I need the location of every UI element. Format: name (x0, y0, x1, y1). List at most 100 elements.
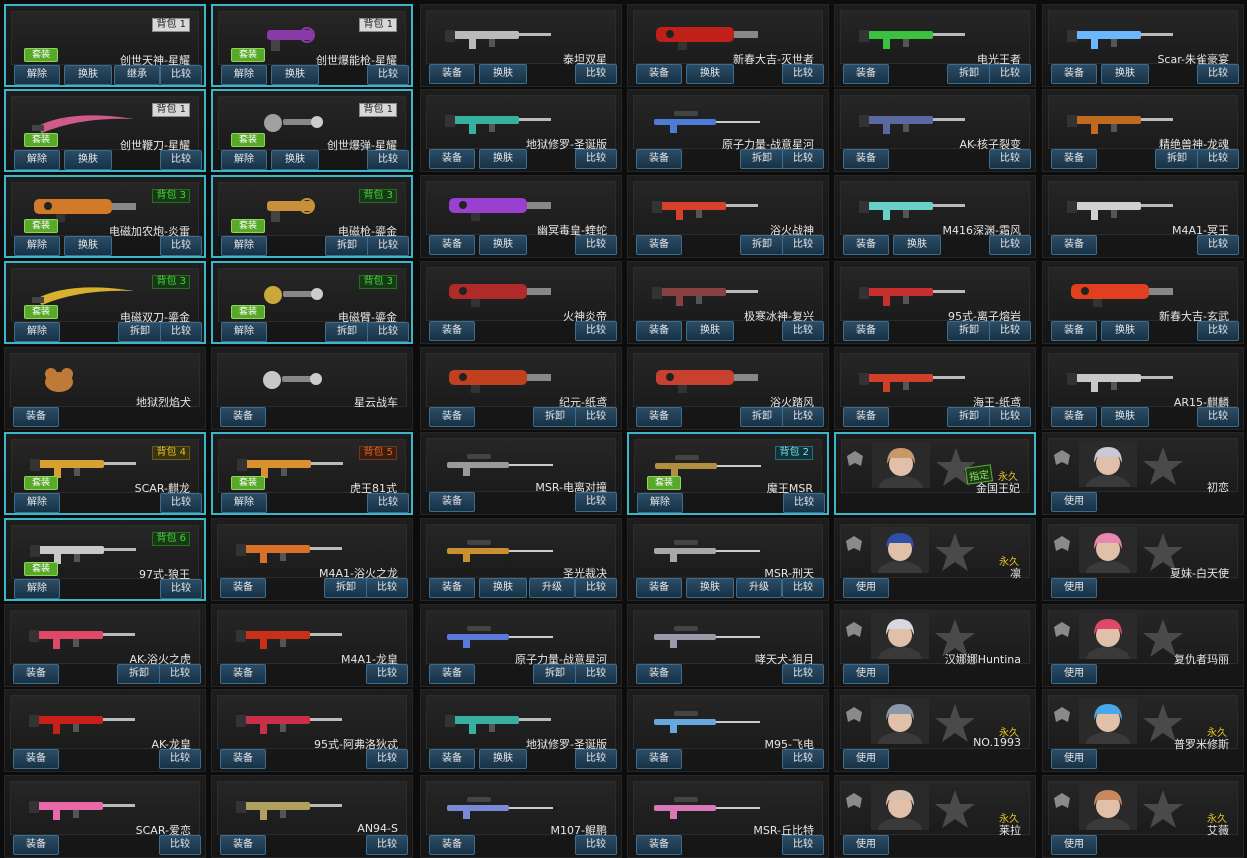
compare-button[interactable]: 比较 (160, 150, 202, 170)
equip-button[interactable]: 装备 (636, 578, 682, 598)
equip-button[interactable]: 装备 (636, 321, 682, 341)
weapon-card[interactable]: 哮天犬-狙月 装备 比较 (627, 604, 829, 687)
unequip-button[interactable]: 解除 (14, 65, 60, 85)
reskin-button[interactable]: 换肤 (271, 150, 319, 170)
compare-button[interactable]: 比较 (1197, 149, 1239, 169)
weapon-card[interactable]: 极寒冰神-复兴 装备 换肤 比较 (627, 261, 829, 344)
character-card[interactable]: 汉娜娜Huntina 使用 (834, 604, 1036, 687)
reskin-button[interactable]: 换肤 (1101, 407, 1149, 427)
compare-button[interactable]: 比较 (782, 835, 824, 855)
weapon-card[interactable]: 背包 3 套装 电磁加农炮-炎雷 解除 换肤 比较 (4, 175, 206, 258)
equip-button[interactable]: 装备 (636, 664, 682, 684)
weapon-card[interactable]: 95式-离子熔岩 装备 拆卸 比较 (834, 261, 1036, 344)
unequip-button[interactable]: 解除 (14, 150, 60, 170)
compare-button[interactable]: 比较 (160, 65, 202, 85)
weapon-card[interactable]: M107-鲲鹏 装备 比较 (420, 775, 622, 858)
equip-button[interactable]: 装备 (429, 149, 475, 169)
reskin-button[interactable]: 换肤 (686, 64, 734, 84)
weapon-card[interactable]: M4A1-龙皇 装备 比较 (211, 604, 413, 687)
use-button[interactable]: 使用 (843, 664, 889, 684)
use-button[interactable]: 使用 (843, 835, 889, 855)
disassemble-button[interactable]: 拆卸 (947, 64, 991, 84)
upgrade-button[interactable]: 升级 (736, 578, 782, 598)
compare-button[interactable]: 比较 (575, 64, 617, 84)
disassemble-button[interactable]: 拆卸 (740, 407, 784, 427)
disassemble-button[interactable]: 拆卸 (325, 322, 369, 342)
character-card[interactable]: 永久 莱拉 使用 (834, 775, 1036, 858)
character-card[interactable]: 指定 永久 金国王妃 (834, 432, 1036, 515)
unequip-button[interactable]: 解除 (14, 579, 60, 599)
use-button[interactable]: 使用 (1051, 664, 1097, 684)
weapon-card[interactable]: MSR-刑天 装备 换肤 升级 比较 (627, 518, 829, 601)
weapon-card[interactable]: M416深渊-霜风 装备 换肤 比较 (834, 175, 1036, 258)
reskin-button[interactable]: 换肤 (479, 235, 527, 255)
unequip-button[interactable]: 解除 (14, 493, 60, 513)
reskin-button[interactable]: 换肤 (271, 65, 319, 85)
disassemble-button[interactable]: 拆卸 (118, 322, 162, 342)
use-button[interactable]: 使用 (1051, 492, 1097, 512)
character-card[interactable]: 初恋 使用 (1042, 432, 1244, 515)
equip-button[interactable]: 装备 (636, 749, 682, 769)
character-card[interactable]: 永久凛使用 (834, 518, 1036, 601)
equip-button[interactable]: 装备 (843, 321, 889, 341)
equip-button[interactable]: 装备 (636, 835, 682, 855)
equip-button[interactable]: 装备 (843, 64, 889, 84)
weapon-card[interactable]: 背包 1 套装 创世鞭刀-星耀 解除 换肤 比较 (4, 89, 206, 172)
weapon-card[interactable]: AR15-麒麟 装备 换肤 比较 (1042, 347, 1244, 430)
weapon-card[interactable]: 浴火踏风 装备 拆卸 比较 (627, 347, 829, 430)
disassemble-button[interactable]: 拆卸 (947, 321, 991, 341)
compare-button[interactable]: 比较 (366, 835, 408, 855)
weapon-card[interactable]: 背包 2 套装 魔王MSR 解除 比较 (627, 432, 829, 515)
use-button[interactable]: 使用 (843, 578, 889, 598)
compare-button[interactable]: 比较 (575, 664, 617, 684)
compare-button[interactable]: 比较 (367, 493, 409, 513)
compare-button[interactable]: 比较 (160, 322, 202, 342)
weapon-card[interactable]: AK-浴火之虎 装备 拆卸 比较 (4, 604, 206, 687)
equip-button[interactable]: 装备 (429, 835, 475, 855)
equip-button[interactable]: 装备 (429, 235, 475, 255)
compare-button[interactable]: 比较 (782, 578, 824, 598)
weapon-card[interactable]: 海王-纸鸢 装备 拆卸 比较 (834, 347, 1036, 430)
weapon-card[interactable]: 背包 5 套装 虎王81式 解除 比较 (211, 432, 413, 515)
weapon-card[interactable]: 电光王者 装备 拆卸 比较 (834, 4, 1036, 87)
reskin-button[interactable]: 换肤 (686, 321, 734, 341)
reskin-button[interactable]: 换肤 (1101, 64, 1149, 84)
equip-button[interactable]: 装备 (843, 235, 889, 255)
weapon-card[interactable]: 背包 1 套装 创世天神-星耀 解除 换肤 继承 比较 (4, 4, 206, 87)
compare-button[interactable]: 比较 (575, 149, 617, 169)
compare-button[interactable]: 比较 (366, 664, 408, 684)
compare-button[interactable]: 比较 (575, 492, 617, 512)
weapon-card[interactable]: 背包 4 套装 SCAR-麒龙 解除 比较 (4, 432, 206, 515)
equip-button[interactable]: 装备 (13, 407, 59, 427)
compare-button[interactable]: 比较 (366, 749, 408, 769)
equip-button[interactable]: 装备 (1051, 235, 1097, 255)
equip-button[interactable]: 装备 (429, 321, 475, 341)
weapon-card[interactable]: 95式-阿弗洛狄忒 装备 比较 (211, 689, 413, 772)
equip-button[interactable]: 装备 (429, 64, 475, 84)
compare-button[interactable]: 比较 (367, 150, 409, 170)
compare-button[interactable]: 比较 (160, 493, 202, 513)
compare-button[interactable]: 比较 (159, 835, 201, 855)
equip-button[interactable]: 装备 (636, 235, 682, 255)
equip-button[interactable]: 装备 (429, 578, 475, 598)
weapon-card[interactable]: 新春大吉-玄武 装备 换肤 比较 (1042, 261, 1244, 344)
equip-button[interactable]: 装备 (429, 749, 475, 769)
weapon-card[interactable]: 背包 6 套装 97式-狼王 解除 比较 (4, 518, 206, 601)
weapon-card[interactable]: 背包 1 套装 创世爆弹-星耀 解除 换肤 比较 (211, 89, 413, 172)
disassemble-button[interactable]: 拆卸 (947, 407, 991, 427)
equip-button[interactable]: 装备 (636, 149, 682, 169)
weapon-card[interactable]: M4A1-冥王 装备 比较 (1042, 175, 1244, 258)
reskin-button[interactable]: 换肤 (686, 578, 734, 598)
compare-button[interactable]: 比较 (989, 149, 1031, 169)
equip-button[interactable]: 装备 (429, 664, 475, 684)
compare-button[interactable]: 比较 (575, 749, 617, 769)
equip-button[interactable]: 装备 (220, 578, 266, 598)
compare-button[interactable]: 比较 (782, 64, 824, 84)
unequip-button[interactable]: 解除 (221, 322, 267, 342)
compare-button[interactable]: 比较 (160, 236, 202, 256)
reskin-button[interactable]: 换肤 (64, 150, 112, 170)
weapon-card[interactable]: 地狱烈焰犬 装备 (4, 347, 206, 430)
character-card[interactable]: 复仇者玛丽 使用 (1042, 604, 1244, 687)
equip-button[interactable]: 装备 (843, 149, 889, 169)
compare-button[interactable]: 比较 (782, 407, 824, 427)
